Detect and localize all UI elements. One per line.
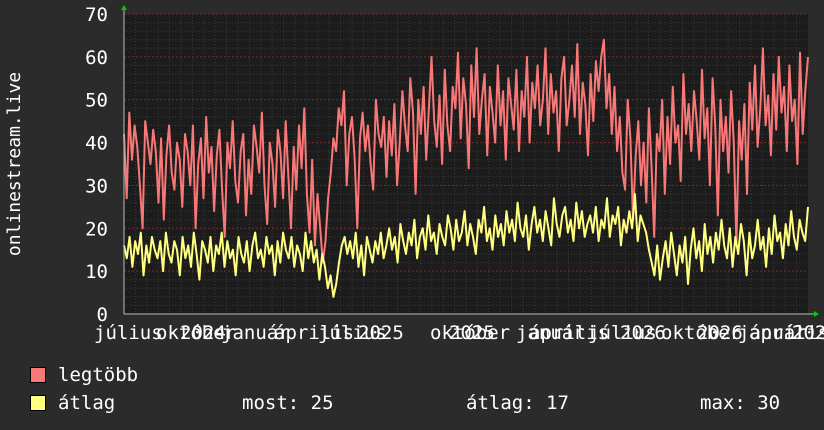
x-tick-label: 2026 xyxy=(697,322,743,344)
y-tick-label: 10 xyxy=(85,261,108,283)
y-tick-label: 30 xyxy=(85,175,108,197)
legend-label-atlag: átlag xyxy=(58,392,116,414)
y-axis-arrow xyxy=(121,5,127,10)
legend-swatch-legtobb xyxy=(30,367,46,383)
stat-avg-label: átlag: xyxy=(466,392,535,414)
x-tick-labels: júliusoktóber2024januáráprilisjúlius2025… xyxy=(94,322,824,344)
stat-max-label: max: xyxy=(700,392,746,414)
stat-max: max: 30 xyxy=(700,392,780,414)
y-tick-labels: 010203040506070 xyxy=(85,4,108,326)
x-tick-label: 2026 xyxy=(620,322,666,344)
stat-most-label: most: xyxy=(242,392,300,414)
x-tick-label: 2025 xyxy=(358,322,404,344)
y-tick-label: 70 xyxy=(85,4,108,26)
stat-avg-value: 17 xyxy=(546,392,569,414)
y-axis-label: onlinestream.live xyxy=(4,72,25,256)
y-tick-label: 40 xyxy=(85,133,108,155)
stat-most: most: 25 xyxy=(242,392,334,414)
stat-avg: átlag: 17 xyxy=(466,392,569,414)
stat-most-value: 25 xyxy=(310,392,334,414)
x-tick-label: 2025 xyxy=(449,322,495,344)
legend-item-atlag: átlag most: 25 átlag: 17 max: 30 xyxy=(30,392,810,414)
x-tick-label: 2024 xyxy=(180,322,226,344)
legend-swatch-atlag xyxy=(30,395,46,411)
legend-item-legtobb: legtöbb xyxy=(30,364,138,386)
y-tick-label: 20 xyxy=(85,218,108,240)
x-tick-label: július xyxy=(94,322,163,344)
x-axis-arrow xyxy=(814,311,819,317)
y-tick-label: 60 xyxy=(85,47,108,69)
y-tick-label: 50 xyxy=(85,90,108,112)
legend-label-legtobb: legtöbb xyxy=(58,364,139,386)
stat-max-value: 30 xyxy=(757,392,781,414)
x-tick-label: 2027 xyxy=(792,322,824,344)
